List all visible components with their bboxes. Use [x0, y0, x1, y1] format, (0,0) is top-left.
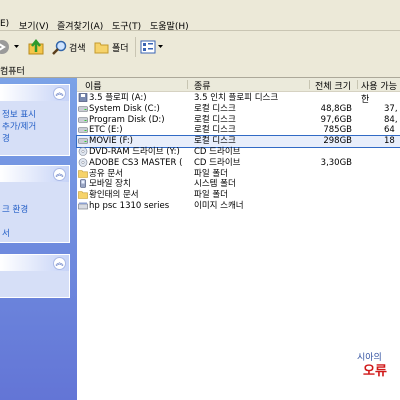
item-name: ADOBE CS3 MASTER (	[78, 158, 182, 169]
column-header-name[interactable]: 이름	[85, 79, 102, 92]
list-item[interactable]: ETC (E:) 로컬 디스크 785GB 64	[77, 125, 400, 136]
list-item[interactable]: DVD-RAM 드라이브 (Y:) CD 드라이브	[77, 147, 400, 158]
forward-arrow-icon	[0, 40, 9, 54]
item-type: 시스템 폴더	[194, 179, 236, 190]
hard-disk-icon	[78, 136, 89, 146]
file-list: 이름 종류 전체 크기 사용 가능한 3.5 플로피 (A:) 3.5 인치 플로…	[76, 78, 400, 400]
address-bar[interactable]: 컴퓨터	[0, 63, 400, 78]
folder-icon	[78, 169, 89, 179]
hard-disk-icon	[78, 104, 89, 114]
item-type: CD 드라이브	[194, 157, 241, 168]
item-total-size: 97,6GB	[320, 114, 352, 125]
forward-button[interactable]	[0, 39, 14, 55]
search-button[interactable]: 검색	[52, 39, 86, 55]
list-item[interactable]: System Disk (C:) 로컬 디스크 48,8GB 37,	[77, 104, 400, 115]
item-free-space: 84,	[384, 114, 398, 125]
item-free-space: 64	[384, 125, 395, 136]
task-pane: ︽ 정보 표시 추가/제거 경 ︽ 크 환경 서 ︽	[0, 78, 77, 400]
list-item[interactable]: 모바일 장치 시스템 폴더	[77, 179, 400, 190]
folder-icon	[94, 42, 109, 54]
item-type: 이미지 스캐너	[194, 201, 244, 211]
item-name: 황인태의 문서	[78, 190, 139, 201]
collapse-chevron-icon[interactable]: ︽	[53, 87, 66, 100]
task-link-system-info[interactable]: 정보 표시	[0, 109, 69, 121]
cd-drive-icon	[78, 157, 89, 168]
panel-header[interactable]: ︽	[0, 85, 69, 101]
column-header-type[interactable]: 종류	[194, 79, 211, 92]
item-name: System Disk (C:)	[78, 104, 160, 115]
item-name: 공유 문서	[78, 169, 123, 180]
item-name: 3.5 플로피 (A:)	[78, 93, 147, 104]
address-text: 컴퓨터	[0, 67, 25, 77]
task-link-documents[interactable]: 서	[0, 228, 69, 240]
list-item[interactable]: Program Disk (D:) 로컬 디스크 97,6GB 84,	[77, 115, 400, 126]
column-separator[interactable]	[309, 80, 310, 89]
item-total-size: 298GB	[323, 136, 352, 147]
toolbar-separator	[135, 37, 136, 57]
collapse-chevron-icon[interactable]: ︽	[53, 257, 66, 270]
task-panel-details: ︽	[0, 254, 70, 298]
task-link-network[interactable]: 크 환경	[0, 204, 69, 216]
panel-header[interactable]: ︽	[0, 166, 69, 182]
list-item[interactable]: 황인태의 문서 파일 폴더	[77, 190, 400, 201]
column-separator[interactable]	[357, 80, 358, 89]
hard-disk-icon	[78, 115, 89, 125]
views-button[interactable]	[140, 39, 164, 55]
item-type: 로컬 디스크	[194, 114, 236, 125]
watermark-line2: 오류	[363, 364, 387, 379]
views-icon	[140, 40, 156, 54]
item-type: 파일 폴더	[194, 190, 228, 201]
item-name: Program Disk (D:)	[78, 115, 165, 126]
cd-drive-icon	[78, 147, 89, 157]
item-free-space: 18	[384, 136, 395, 147]
item-total-size: 785GB	[323, 125, 352, 136]
search-icon	[52, 40, 67, 55]
scanner-icon	[78, 201, 89, 211]
hard-disk-icon	[78, 125, 89, 135]
device-icon	[78, 179, 89, 189]
item-type: 파일 폴더	[194, 168, 228, 179]
list-item[interactable]: ADOBE CS3 MASTER ( CD 드라이브 3,30GB	[77, 158, 400, 169]
item-name: DVD-RAM 드라이브 (Y:)	[78, 147, 180, 158]
list-item[interactable]: 공유 문서 파일 폴더	[77, 169, 400, 180]
toolbar: 검색 폴더	[0, 31, 400, 64]
search-label: 검색	[69, 43, 86, 54]
menu-bar: E) 보기(V) 즐겨찾기(A) 도구(T) 도움말(H)	[0, 0, 400, 32]
up-folder-button[interactable]	[28, 39, 45, 55]
list-item[interactable]: hp psc 1310 series 이미지 스캐너	[77, 201, 400, 212]
column-separator[interactable]	[187, 80, 188, 89]
dropdown-arrow-icon[interactable]	[14, 39, 20, 55]
item-type: CD 드라이브	[194, 147, 241, 157]
column-header-row: 이름 종류 전체 크기 사용 가능한	[77, 78, 400, 105]
floppy-icon	[78, 93, 89, 103]
item-type: 3.5 인치 플로피 디스크	[194, 93, 279, 103]
item-total-size: 48,8GB	[320, 103, 352, 114]
item-type: 로컬 디스크	[194, 103, 236, 114]
panel-header[interactable]: ︽	[0, 255, 69, 271]
folder-icon	[78, 190, 89, 200]
item-type: 로컬 디스크	[194, 136, 236, 147]
item-name: MOVIE (F:)	[78, 136, 133, 147]
item-name: ETC (E:)	[78, 125, 123, 136]
folders-button[interactable]: 폴더	[94, 39, 129, 55]
task-link-add-remove[interactable]: 추가/제거	[0, 121, 69, 133]
task-link-change-setting[interactable]: 경	[0, 133, 69, 145]
item-total-size: 3,30GB	[320, 157, 352, 168]
item-free-space: 37,	[384, 103, 398, 114]
views-dropdown-icon	[158, 45, 163, 48]
item-name: hp psc 1310 series	[78, 201, 169, 212]
list-item[interactable]: MOVIE (F:) 로컬 디스크 298GB 18	[76, 135, 400, 149]
item-name: 모바일 장치	[78, 179, 131, 190]
list-item[interactable]: 3.5 플로피 (A:) 3.5 인치 플로피 디스크	[77, 93, 400, 104]
up-folder-icon	[28, 39, 44, 55]
column-header-total-size[interactable]: 전체 크기	[315, 79, 351, 92]
folders-label: 폴더	[112, 43, 129, 54]
item-type: 로컬 디스크	[194, 125, 236, 136]
collapse-chevron-icon[interactable]: ︽	[53, 168, 66, 181]
task-panel-system: ︽ 정보 표시 추가/제거 경	[0, 84, 70, 156]
task-panel-other-places: ︽ 크 환경 서	[0, 165, 70, 243]
menu-item-edit[interactable]: E)	[0, 19, 9, 29]
